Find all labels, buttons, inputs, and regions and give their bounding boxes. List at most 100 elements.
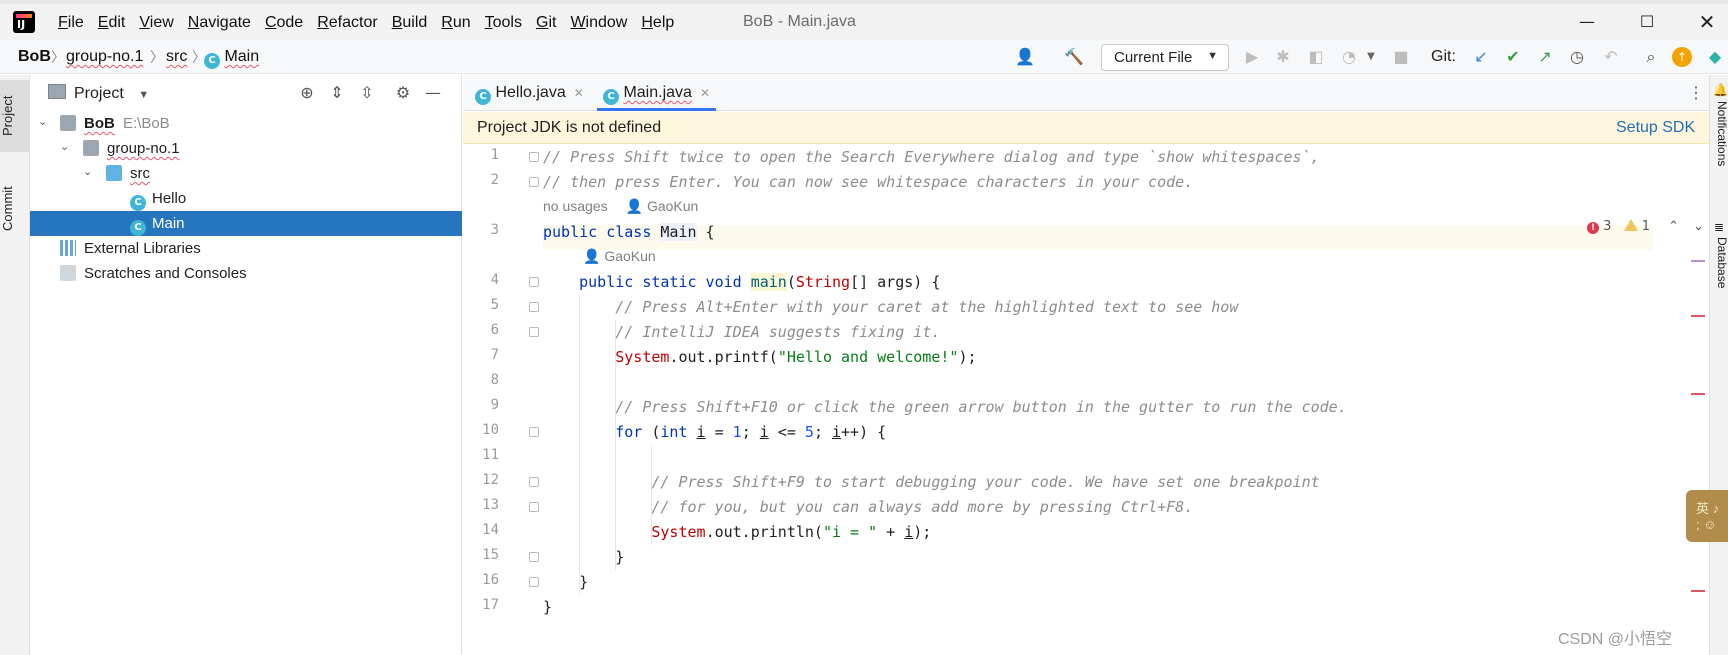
code-editor[interactable]: // Press Shift twice to open the Search … <box>543 145 1653 655</box>
tree-item-label: BoB <box>84 115 115 132</box>
usages-hint[interactable]: no usages <box>543 198 608 214</box>
scrollbar-marker[interactable] <box>1691 260 1705 262</box>
database-tool-tab[interactable]: Database <box>1710 237 1728 307</box>
author-icon: 👤 <box>583 248 601 264</box>
chevron-up-icon[interactable]: ⌃ <box>1668 219 1679 234</box>
chevron-down-icon[interactable]: ⌄ <box>1693 219 1704 234</box>
chevron-down-icon[interactable]: ▼ <box>1360 46 1382 68</box>
breadcrumb-file[interactable]: C Main <box>204 48 259 69</box>
stop-icon[interactable]: ■ <box>1390 46 1412 68</box>
more-tabs-icon[interactable]: ⋮ <box>1688 83 1704 103</box>
chevron-down-icon[interactable]: ⌄ <box>83 165 92 178</box>
close-icon[interactable]: ✕ <box>700 86 710 100</box>
tree-item-scratches[interactable]: Scratches and Consoles <box>30 261 462 286</box>
error-marker[interactable] <box>1691 393 1705 395</box>
right-tool-stripe: 🔔 Notifications ≣ Database <box>1709 75 1728 655</box>
error-marker[interactable] <box>1691 315 1705 317</box>
source-folder-icon <box>106 165 122 181</box>
tree-item-module[interactable]: ⌄ group-no.1 <box>30 136 462 161</box>
chevron-down-icon[interactable]: ⌄ <box>38 115 47 128</box>
tab-main-java[interactable]: C Main.java ✕ <box>597 75 716 111</box>
fold-marker[interactable] <box>529 427 539 437</box>
intellij-logo-icon[interactable]: IJ <box>13 11 35 33</box>
fold-marker[interactable] <box>529 502 539 512</box>
history-icon[interactable]: ◷ <box>1566 46 1588 68</box>
chevron-down-icon[interactable]: ⌄ <box>60 140 69 153</box>
fold-marker[interactable] <box>529 177 539 187</box>
menu-tools[interactable]: Tools <box>485 11 528 35</box>
ide-features-icon[interactable]: ◆ <box>1704 46 1726 68</box>
database-label: Database <box>1715 237 1728 289</box>
inlay-hint-usages: no usages 👤 GaoKun <box>543 198 698 215</box>
tree-item-project[interactable]: ⌄ BoB E:\BoB <box>30 111 462 136</box>
tree-item-main[interactable]: C Main <box>30 211 462 236</box>
ime-popup[interactable]: 英 ♪; ☺ <box>1686 490 1728 542</box>
menu-code[interactable]: Code <box>265 11 309 35</box>
line-number: 4 <box>490 272 499 288</box>
menu-edit[interactable]: Edit <box>98 11 132 35</box>
minimize-button[interactable]: — <box>1560 4 1614 40</box>
error-marker[interactable] <box>1691 590 1705 592</box>
menu-view[interactable]: View <box>139 11 179 35</box>
update-icon[interactable]: ↑ <box>1672 47 1692 67</box>
error-icon: ! <box>1587 222 1599 234</box>
menu-build[interactable]: Build <box>392 11 434 35</box>
tree-item-hello[interactable]: C Hello <box>30 186 462 211</box>
fold-marker[interactable] <box>529 327 539 337</box>
tab-hello-java[interactable]: C Hello.java ✕ <box>475 75 584 111</box>
close-button[interactable]: ✕ <box>1680 4 1728 40</box>
git-update-icon[interactable]: ↙ <box>1470 46 1492 68</box>
menu-run[interactable]: Run <box>441 11 476 35</box>
setup-sdk-link[interactable]: Setup SDK <box>1616 119 1695 137</box>
tree-item-path: E:\BoB <box>123 115 170 132</box>
collapse-all-icon[interactable]: ⇳ <box>356 83 378 105</box>
fold-marker[interactable] <box>529 277 539 287</box>
fold-marker[interactable] <box>529 552 539 562</box>
build-hammer-icon[interactable]: 🔨 <box>1063 46 1085 68</box>
class-icon: C <box>475 89 491 105</box>
fold-marker[interactable] <box>529 577 539 587</box>
menu-git[interactable]: Git <box>536 11 562 35</box>
author-hint[interactable]: GaoKun <box>604 248 655 264</box>
code-line-15: } <box>543 548 625 566</box>
breadcrumb-src[interactable]: src <box>166 48 187 66</box>
menu-help[interactable]: Help <box>641 11 680 35</box>
menu-window[interactable]: Window <box>570 11 633 35</box>
git-push-icon[interactable]: ↗ <box>1534 46 1556 68</box>
profiler-icon[interactable]: ◔ <box>1338 46 1360 68</box>
notifications-tool-tab[interactable]: Notifications <box>1710 101 1728 191</box>
tree-item-src[interactable]: ⌄ src <box>30 161 462 186</box>
inspection-widget[interactable]: ! 3 1 ⌃ ⌄ <box>1587 219 1704 234</box>
fold-marker[interactable] <box>529 152 539 162</box>
coverage-icon[interactable]: ◧ <box>1305 46 1327 68</box>
breadcrumb-project[interactable]: BoB <box>18 48 51 66</box>
tree-item-external-libraries[interactable]: External Libraries <box>30 236 462 261</box>
menu-navigate[interactable]: Navigate <box>188 11 257 35</box>
author-hint[interactable]: GaoKun <box>647 198 698 214</box>
gear-icon[interactable]: ⚙ <box>392 83 414 105</box>
tab-label: Hello.java <box>495 84 566 101</box>
project-tool-tab-label: Project <box>0 95 15 137</box>
comment-text: // IntelliJ IDEA suggests fixing it. <box>615 323 941 341</box>
fold-marker[interactable] <box>529 477 539 487</box>
locate-file-icon[interactable]: ⊕ <box>296 83 318 105</box>
breadcrumb-module[interactable]: group-no.1 <box>66 48 143 66</box>
close-icon[interactable]: ✕ <box>574 86 584 100</box>
git-commit-icon[interactable]: ✔ <box>1502 46 1524 68</box>
project-view-select[interactable]: Project ▼ <box>48 84 149 103</box>
maximize-button[interactable]: ☐ <box>1620 4 1674 40</box>
run-configuration-select[interactable]: Current File ▼ <box>1101 44 1229 71</box>
debug-icon[interactable]: ✱ <box>1272 46 1294 68</box>
hide-panel-icon[interactable]: — <box>422 83 444 105</box>
search-icon[interactable]: ⌕ <box>1640 46 1662 68</box>
rollback-icon[interactable]: ↶ <box>1600 46 1622 68</box>
menu-refactor[interactable]: Refactor <box>317 11 383 35</box>
user-icon[interactable]: 👤 <box>1014 46 1036 68</box>
expand-all-icon[interactable]: ⇕ <box>326 83 348 105</box>
menu-file[interactable]: File <box>58 11 90 35</box>
editor-gutter[interactable]: 1 2 3 4 5 6 7 8 9 10 11 12 13 14 15 16 1… <box>463 145 543 655</box>
commit-tool-tab[interactable]: Commit <box>0 170 30 248</box>
fold-marker[interactable] <box>529 302 539 312</box>
run-icon[interactable]: ▶ <box>1241 46 1263 68</box>
project-tool-tab[interactable]: Project <box>0 80 30 152</box>
